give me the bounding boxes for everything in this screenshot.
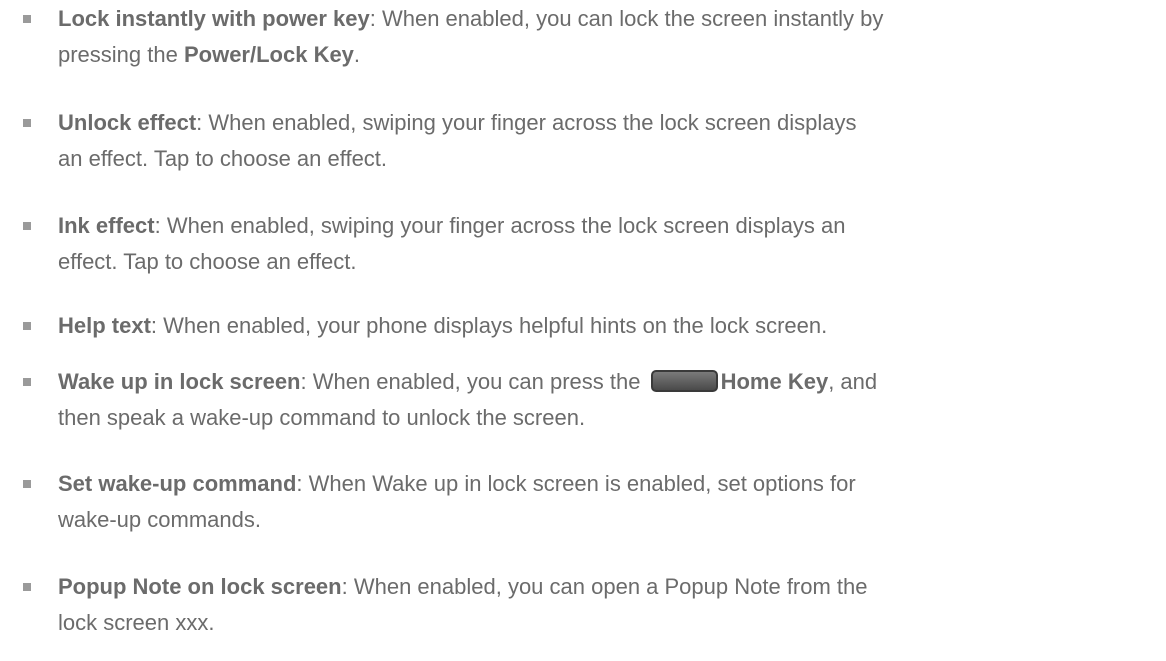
key-label: Home Key [720,369,829,394]
term-label: Ink effect [58,213,155,238]
list-item-text: Unlock effect: When enabled, swiping you… [58,105,1158,177]
description-text: then speak a wake-up command to unlock t… [58,405,586,430]
description-text: : When enabled, you can press the [300,369,647,394]
term-label: Popup Note on lock screen [58,574,342,599]
bullet-icon [23,583,31,591]
description-text: an effect. Tap to choose an effect. [58,146,388,171]
description-text: lock screen xxx. [58,610,215,635]
key-label: Power/Lock Key [183,42,354,67]
bullet-icon [23,378,31,386]
term-label: Lock instantly with power key [58,6,370,31]
bullet-icon [23,15,31,23]
list-item-text: Ink effect: When enabled, swiping your f… [58,208,1158,280]
term-label: Unlock effect [58,110,197,135]
description-text: : When enabled, your phone displays help… [150,313,828,338]
list-item-text: Popup Note on lock screen: When enabled,… [58,569,1158,641]
bullet-icon [23,322,31,330]
term-label: Set wake-up command [58,471,297,496]
description-text: : When enabled, you can open a Popup Not… [341,574,868,599]
home-key-icon [650,370,718,392]
bullet-icon [23,480,31,488]
bullet-icon [23,222,31,230]
description-text: : When enabled, swiping your finger acro… [154,213,846,238]
description-text: effect. Tap to choose an effect. [58,249,357,274]
description-text: , and [828,369,878,394]
list-item-text: Set wake-up command: When Wake up in loc… [58,466,1158,538]
term-label: Help text [58,313,151,338]
list-item-text: Help text: When enabled, your phone disp… [58,308,1158,344]
description-text: : When enabled, swiping your finger acro… [196,110,857,135]
bullet-icon [23,119,31,127]
description-text: wake-up commands. [58,507,261,532]
list-item-text: Lock instantly with power key: When enab… [58,1,1158,73]
term-label: Wake up in lock screen [58,369,301,394]
description-text: : When enabled, you can lock the screen … [369,6,884,31]
description-text: : When Wake up in lock screen is enabled… [296,471,856,496]
description-text: pressing the [58,42,184,67]
description-text: . [353,42,361,67]
list-item-text: Wake up in lock screen: When enabled, yo… [58,364,1158,436]
